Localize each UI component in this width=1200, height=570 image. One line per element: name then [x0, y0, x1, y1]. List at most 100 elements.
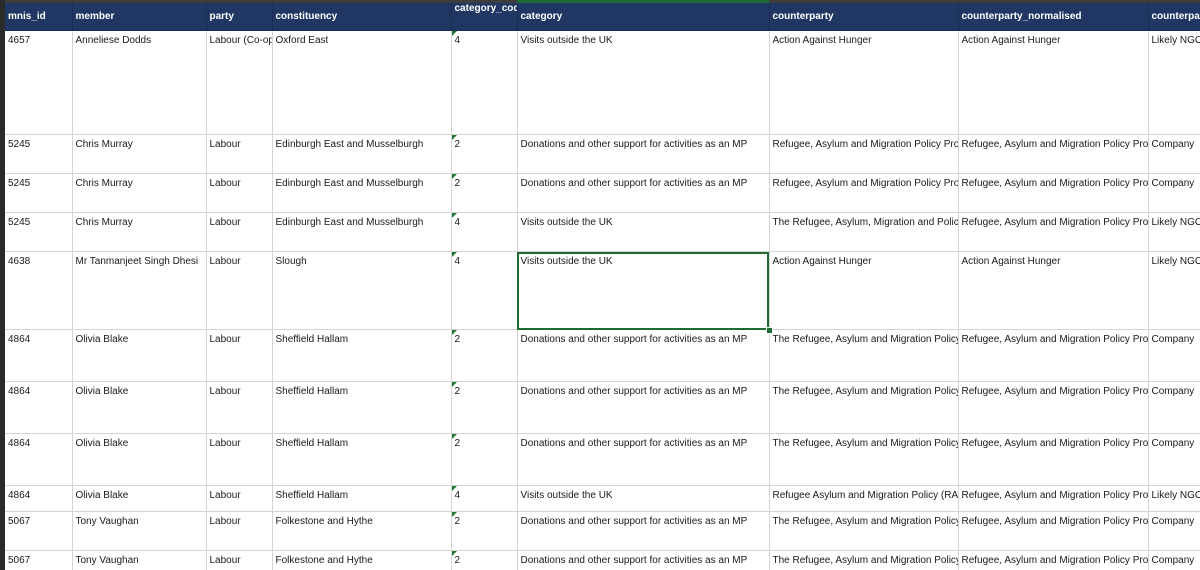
- cell-constituency[interactable]: Edinburgh East and Musselburgh: [272, 173, 452, 213]
- cell-category[interactable]: Donations and other support for activiti…: [517, 433, 770, 486]
- cell-member[interactable]: Chris Murray: [72, 212, 207, 252]
- selection-fill-handle[interactable]: [766, 327, 773, 334]
- cell-counterparty[interactable]: The Refugee, Asylum and Migration Policy…: [769, 433, 959, 486]
- cell-member[interactable]: Mr Tanmanjeet Singh Dhesi: [72, 251, 207, 330]
- cell-constituency[interactable]: Slough: [272, 251, 452, 330]
- cell-counterparty-type[interactable]: Likely NGO: [1148, 212, 1200, 252]
- cell-counterparty-normalised[interactable]: Refugee, Asylum and Migration Policy Pro…: [958, 550, 1149, 570]
- cell-counterparty-type[interactable]: Company: [1148, 550, 1200, 570]
- cell-counterparty-type[interactable]: Company: [1148, 173, 1200, 213]
- cell-party[interactable]: Labour: [206, 173, 273, 213]
- cell-mnis-id[interactable]: 5067: [5, 550, 73, 570]
- cell-party[interactable]: Labour: [206, 134, 273, 174]
- cell-constituency[interactable]: Folkestone and Hythe: [272, 550, 452, 570]
- cell-counterparty-normalised[interactable]: Action Against Hunger: [958, 30, 1149, 135]
- cell-category-code[interactable]: 4: [451, 30, 518, 135]
- cell-counterparty-type[interactable]: Company: [1148, 329, 1200, 382]
- cell-member[interactable]: Olivia Blake: [72, 381, 207, 434]
- cell-mnis-id[interactable]: 4657: [5, 30, 73, 135]
- cell-category[interactable]: Visits outside the UK: [517, 212, 770, 252]
- cell-counterparty[interactable]: The Refugee, Asylum, Migration and Polic…: [769, 212, 959, 252]
- cell-counterparty[interactable]: The Refugee, Asylum and Migration Policy…: [769, 329, 959, 382]
- cell-counterparty[interactable]: The Refugee, Asylum and Migration Policy…: [769, 511, 959, 551]
- cell-category[interactable]: Visits outside the UK: [517, 251, 770, 330]
- cell-constituency[interactable]: Sheffield Hallam: [272, 433, 452, 486]
- cell-category[interactable]: Visits outside the UK: [517, 30, 770, 135]
- header-category-code[interactable]: category_code: [451, 3, 518, 31]
- cell-counterparty-normalised[interactable]: Refugee, Asylum and Migration Policy Pro…: [958, 212, 1149, 252]
- cell-member[interactable]: Olivia Blake: [72, 433, 207, 486]
- cell-counterparty[interactable]: The Refugee, Asylum and Migration Policy…: [769, 381, 959, 434]
- cell-party[interactable]: Labour: [206, 329, 273, 382]
- cell-category[interactable]: Donations and other support for activiti…: [517, 173, 770, 213]
- cell-party[interactable]: Labour (Co-op): [206, 30, 273, 135]
- cell-counterparty[interactable]: Action Against Hunger: [769, 30, 959, 135]
- cell-constituency[interactable]: Sheffield Hallam: [272, 485, 452, 512]
- cell-party[interactable]: Labour: [206, 485, 273, 512]
- header-counterparty[interactable]: counterparty: [769, 3, 959, 31]
- cell-category[interactable]: Donations and other support for activiti…: [517, 134, 770, 174]
- cell-party[interactable]: Labour: [206, 212, 273, 252]
- cell-constituency[interactable]: Edinburgh East and Musselburgh: [272, 134, 452, 174]
- cell-category-code[interactable]: 4: [451, 212, 518, 252]
- header-constituency[interactable]: constituency: [272, 3, 452, 31]
- cell-counterparty-normalised[interactable]: Refugee, Asylum and Migration Policy Pro…: [958, 511, 1149, 551]
- cell-party[interactable]: Labour: [206, 550, 273, 570]
- cell-counterparty[interactable]: Refugee Asylum and Migration Policy (RAM: [769, 485, 959, 512]
- cell-mnis-id[interactable]: 4638: [5, 251, 73, 330]
- cell-mnis-id[interactable]: 5245: [5, 173, 73, 213]
- cell-category-code[interactable]: 2: [451, 550, 518, 570]
- cell-counterparty[interactable]: Action Against Hunger: [769, 251, 959, 330]
- cell-category-code[interactable]: 2: [451, 381, 518, 434]
- cell-party[interactable]: Labour: [206, 381, 273, 434]
- cell-constituency[interactable]: Edinburgh East and Musselburgh: [272, 212, 452, 252]
- cell-counterparty-type[interactable]: Company: [1148, 134, 1200, 174]
- cell-category-code[interactable]: 2: [451, 511, 518, 551]
- cell-counterparty-normalised[interactable]: Refugee, Asylum and Migration Policy Pro…: [958, 329, 1149, 382]
- cell-mnis-id[interactable]: 4864: [5, 485, 73, 512]
- cell-member[interactable]: Tony Vaughan: [72, 511, 207, 551]
- cell-counterparty-normalised[interactable]: Refugee, Asylum and Migration Policy Pro…: [958, 381, 1149, 434]
- cell-category-code[interactable]: 2: [451, 329, 518, 382]
- cell-counterparty-normalised[interactable]: Refugee, Asylum and Migration Policy Pro…: [958, 134, 1149, 174]
- cell-category-code[interactable]: 2: [451, 433, 518, 486]
- header-mnis-id[interactable]: mnis_id: [5, 3, 73, 31]
- cell-mnis-id[interactable]: 5067: [5, 511, 73, 551]
- cell-counterparty-normalised[interactable]: Refugee, Asylum and Migration Policy Pro…: [958, 173, 1149, 213]
- cell-counterparty[interactable]: The Refugee, Asylum and Migration Policy…: [769, 550, 959, 570]
- cell-party[interactable]: Labour: [206, 433, 273, 486]
- cell-counterparty-type[interactable]: Company: [1148, 511, 1200, 551]
- cell-mnis-id[interactable]: 4864: [5, 381, 73, 434]
- cell-counterparty-type[interactable]: Company: [1148, 381, 1200, 434]
- cell-counterparty-type[interactable]: Company: [1148, 433, 1200, 486]
- cell-counterparty-type[interactable]: Likely NGO: [1148, 485, 1200, 512]
- cell-party[interactable]: Labour: [206, 511, 273, 551]
- cell-counterparty-normalised[interactable]: Refugee, Asylum and Migration Policy Pro…: [958, 433, 1149, 486]
- cell-member[interactable]: Chris Murray: [72, 134, 207, 174]
- cell-constituency[interactable]: Sheffield Hallam: [272, 381, 452, 434]
- header-party[interactable]: party: [206, 3, 273, 31]
- cell-category-code[interactable]: 4: [451, 251, 518, 330]
- cell-category[interactable]: Donations and other support for activiti…: [517, 511, 770, 551]
- cell-counterparty-type[interactable]: Likely NGO: [1148, 30, 1200, 135]
- header-member[interactable]: member: [72, 3, 207, 31]
- cell-mnis-id[interactable]: 4864: [5, 433, 73, 486]
- header-category[interactable]: category: [517, 3, 770, 31]
- header-counterparty-normalised[interactable]: counterparty_normalised: [958, 3, 1149, 31]
- cell-mnis-id[interactable]: 4864: [5, 329, 73, 382]
- cell-constituency[interactable]: Oxford East: [272, 30, 452, 135]
- cell-category[interactable]: Visits outside the UK: [517, 485, 770, 512]
- cell-party[interactable]: Labour: [206, 251, 273, 330]
- cell-category[interactable]: Donations and other support for activiti…: [517, 381, 770, 434]
- cell-counterparty-type[interactable]: Likely NGO: [1148, 251, 1200, 330]
- cell-category[interactable]: Donations and other support for activiti…: [517, 550, 770, 570]
- cell-member[interactable]: Olivia Blake: [72, 329, 207, 382]
- cell-member[interactable]: Olivia Blake: [72, 485, 207, 512]
- cell-member[interactable]: Tony Vaughan: [72, 550, 207, 570]
- cell-category-code[interactable]: 2: [451, 134, 518, 174]
- cell-member[interactable]: Anneliese Dodds: [72, 30, 207, 135]
- cell-counterparty-normalised[interactable]: Action Against Hunger: [958, 251, 1149, 330]
- cell-mnis-id[interactable]: 5245: [5, 134, 73, 174]
- cell-counterparty-normalised[interactable]: Refugee, Asylum and Migration Policy Pro…: [958, 485, 1149, 512]
- cell-mnis-id[interactable]: 5245: [5, 212, 73, 252]
